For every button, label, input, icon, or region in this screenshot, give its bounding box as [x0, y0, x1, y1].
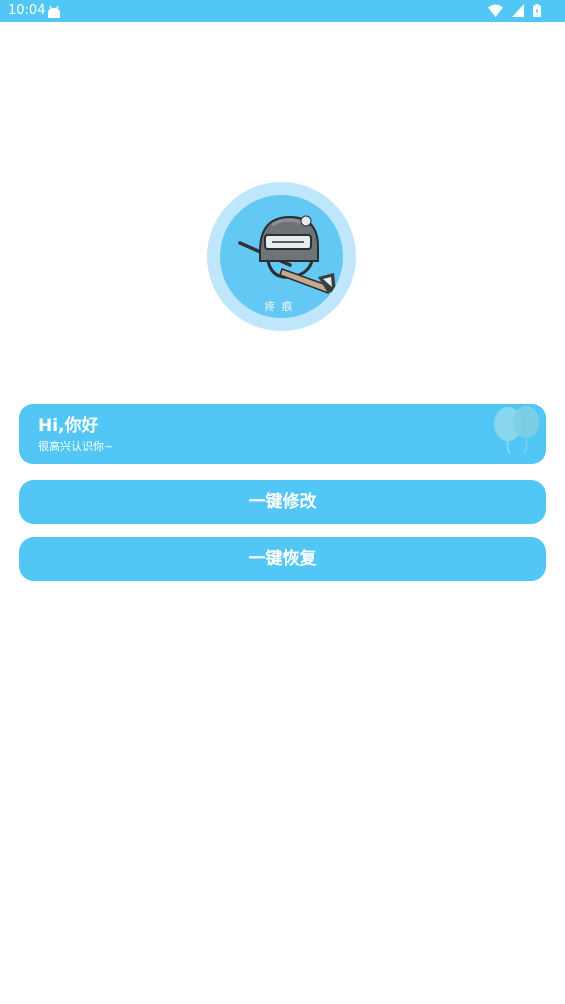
avatar: 疼痕	[207, 182, 356, 331]
android-notification-icon	[47, 4, 61, 23]
avatar-caption: 疼痕	[264, 300, 299, 313]
greeting-title: Hi,你好	[38, 416, 99, 436]
signal-icon	[511, 4, 524, 17]
modify-button[interactable]: 一键修改	[19, 480, 546, 524]
restore-button[interactable]: 一键恢复	[19, 537, 546, 581]
greeting-card: Hi,你好 很高兴认识你~	[19, 404, 546, 464]
battery-icon	[533, 4, 541, 17]
wifi-icon	[487, 4, 503, 17]
status-bar: 10:04	[0, 0, 565, 22]
greeting-subtitle: 很高兴认识你~	[38, 440, 114, 453]
avatar-image: 疼痕	[220, 195, 343, 318]
balloon-icon	[494, 406, 539, 455]
status-time: 10:04	[8, 3, 46, 18]
